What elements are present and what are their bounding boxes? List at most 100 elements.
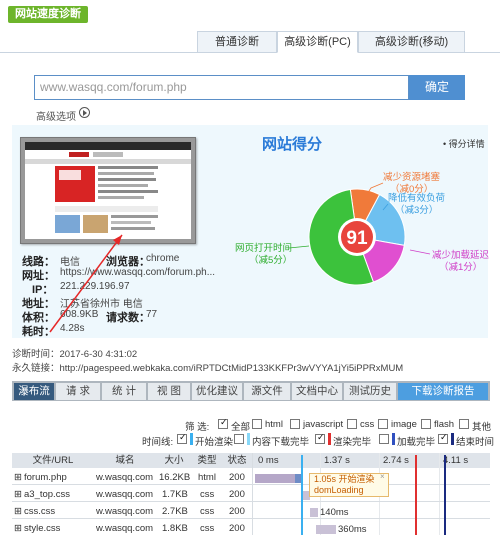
waterfall-bar (316, 525, 336, 534)
expand-icon[interactable]: ⊞ (14, 523, 22, 534)
tl-render-done-marker (328, 433, 331, 445)
filter-other-label: 其他 (472, 422, 492, 433)
tl-content-loaded-checkbox[interactable] (234, 434, 244, 444)
tooltip-time: 1.05s 开始渲染 (314, 474, 375, 484)
diagnosis-time: 诊断时间：2017-6-30 4:31:02 (12, 349, 138, 360)
file-status: 200 (229, 472, 245, 483)
url-input[interactable]: www.wasqq.com/forum.php (34, 75, 409, 100)
tl-render-done-checkbox[interactable] (315, 432, 325, 444)
filter-other-checkbox[interactable] (459, 419, 469, 429)
tl-load-done-marker (392, 433, 395, 445)
waterfall-bar (255, 474, 295, 483)
file-name[interactable]: style.css (24, 523, 60, 534)
filter-label: 筛 选: (185, 422, 210, 433)
page-screenshot (25, 142, 191, 239)
file-size: 2.7KB (162, 506, 188, 517)
file-size: 1.7KB (162, 489, 188, 500)
seg-sub-1: （减3分） (395, 204, 438, 216)
expand-icon[interactable]: ⊞ (14, 506, 22, 517)
tl-content-loaded-label: 内容下载完毕 (252, 437, 310, 448)
play-circle-icon[interactable] (79, 107, 90, 118)
filter-image-checkbox[interactable] (378, 419, 388, 429)
start-render-line (301, 455, 303, 535)
file-type: css (200, 489, 215, 500)
row-divider (12, 484, 490, 485)
seg-label-1: 降低有效负荷 (388, 192, 446, 204)
expand-icon[interactable]: ⊞ (14, 489, 22, 500)
tl-start-render-label: 开始渲染 (195, 437, 234, 448)
permalink[interactable]: 永久链接：http://pagespeed.webkaka.com/iRPTDC… (12, 360, 403, 374)
annotation-arrow (49, 234, 123, 333)
tab-advanced-pc[interactable]: 高级诊断(PC) (277, 31, 358, 53)
file-type: css (200, 523, 215, 534)
file-domain: w.wasqq.com (96, 506, 154, 517)
col-domain[interactable]: 域名 (94, 453, 156, 468)
filter-all-label: 全部 (231, 422, 251, 433)
filter-css-checkbox[interactable] (347, 419, 357, 429)
confirm-button[interactable]: 确定 (409, 75, 465, 100)
col-type[interactable]: 类型 (192, 453, 222, 468)
tl-content-loaded-marker (247, 433, 250, 445)
file-size: 16.2KB (159, 472, 191, 483)
tooltip-event: domLoading (314, 485, 364, 495)
file-status: 200 (229, 523, 245, 534)
file-size: 1.8KB (162, 523, 188, 534)
file-name[interactable]: a3_top.css (24, 489, 70, 500)
tab-normal[interactable]: 普通诊断 (197, 31, 277, 53)
file-name[interactable]: css.css (24, 506, 55, 517)
browser-value: chrome (146, 253, 180, 264)
tab-history[interactable]: 测试历史 (344, 383, 396, 400)
file-status: 200 (229, 506, 245, 517)
seg-sub-2: （减1分） (439, 261, 482, 273)
timeline-label: 时间线: (142, 437, 174, 448)
seg-sub-3: （减5分） (249, 254, 292, 266)
filter-html-checkbox[interactable] (252, 419, 262, 429)
file-name[interactable]: forum.php (24, 472, 67, 483)
filter-flash-label: flash (434, 419, 455, 430)
seg-label-0: 减少资源堵塞 (383, 171, 441, 183)
tl-end-time-marker (451, 433, 454, 445)
tl-start-render-marker (190, 433, 193, 445)
filter-css-label: css (360, 419, 375, 430)
requests-value: 77 (146, 309, 158, 320)
col-file[interactable]: 文件/URL (12, 453, 94, 468)
tab-docs[interactable]: 文档中心 (292, 383, 342, 400)
filter-all-checkbox[interactable] (218, 417, 228, 429)
file-domain: w.wasqq.com (96, 489, 154, 500)
file-type: css (200, 506, 215, 517)
tl-end-time-checkbox[interactable] (438, 432, 448, 444)
tick-2: 2.74 s (383, 455, 409, 466)
tab-advanced-mobile[interactable]: 高级诊断(移动) (358, 31, 465, 53)
expand-icon[interactable]: ⊞ (14, 472, 22, 483)
file-domain: w.wasqq.com (96, 472, 154, 483)
app-title: 网站速度诊断 (8, 6, 88, 23)
tab-optimize[interactable]: 优化建议 (192, 383, 242, 400)
col-size[interactable]: 大小 (156, 453, 192, 468)
tab-waterfall[interactable]: 瀑布流 (14, 383, 54, 400)
advanced-options-link[interactable]: 高级选项 (36, 108, 76, 123)
tooltip-close-icon[interactable]: × (380, 472, 385, 481)
end-time-line (444, 455, 446, 535)
tl-load-done-label: 加载完毕 (397, 437, 436, 448)
tab-requests[interactable]: 请 求 (56, 383, 100, 400)
col-status[interactable]: 状态 (222, 453, 252, 468)
timeline-tooltip: 1.05s 开始渲染 domLoading (309, 473, 389, 497)
render-done-line (415, 455, 417, 535)
seg-label-2: 减少加载延迟 (432, 249, 490, 261)
tl-start-render-checkbox[interactable] (177, 432, 187, 444)
score-detail-link[interactable]: • 得分详情 (443, 137, 485, 150)
filter-flash-checkbox[interactable] (421, 419, 431, 429)
tab-stats[interactable]: 统 计 (102, 383, 146, 400)
tl-render-done-label: 渲染完毕 (333, 437, 372, 448)
tl-load-done-checkbox[interactable] (379, 434, 389, 444)
seg-label-3: 网页打开时间 (235, 242, 292, 254)
file-type: html (198, 472, 216, 483)
bar-duration: 360ms (338, 524, 367, 535)
tab-view[interactable]: 视 图 (148, 383, 190, 400)
filter-js-checkbox[interactable] (290, 419, 300, 429)
download-report-button[interactable]: 下载诊断报告 (398, 383, 488, 400)
tab-source[interactable]: 源文件 (244, 383, 290, 400)
gridline (439, 453, 440, 535)
row-divider (12, 518, 490, 519)
score-donut: 91 减少资源堵塞 （减0分） 降低有效负荷 （减3分） 减少加载延迟 （减1分… (235, 171, 490, 286)
